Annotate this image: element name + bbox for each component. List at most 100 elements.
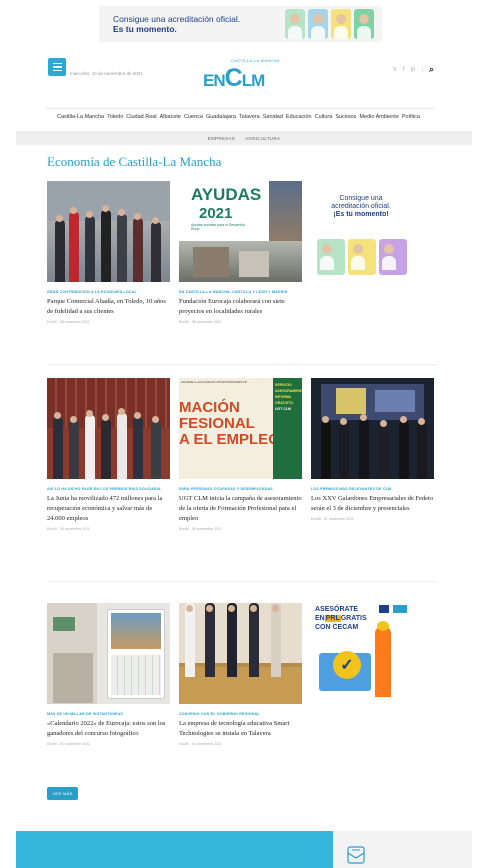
nav-item-sucesos[interactable]: Sucesos	[335, 114, 356, 120]
nav-item-guadalajara[interactable]: Guadalajara	[206, 114, 236, 120]
main-nav: Castilla-La Mancha Toledo Ciudad Real Al…	[57, 114, 429, 120]
worker-illustration	[375, 627, 391, 697]
article-title[interactable]: Fundación Eurocaja colaborará con siete …	[179, 297, 302, 317]
nav-item-albacete[interactable]: Albacete	[160, 114, 181, 120]
article-card[interactable]: Los premios más relevantes de CLM Los XX…	[311, 378, 434, 521]
linkedin-icon[interactable]: in	[411, 67, 416, 73]
row-divider	[47, 364, 437, 365]
footer-banner	[16, 831, 333, 868]
article-image[interactable]	[47, 378, 170, 479]
image-caption: 2021	[199, 205, 233, 222]
side-ad-faces	[317, 239, 407, 275]
article-meta: EnclM - 08 noviembre 2021	[47, 320, 90, 324]
article-title[interactable]: «Calendario 2022» de Eurocaja: estos son…	[47, 719, 170, 739]
top-ad-faces	[285, 9, 374, 39]
facebook-icon[interactable]: f	[403, 67, 405, 73]
article-kicker[interactable]: Así lo ha dicho Page en los premios Rais…	[47, 487, 170, 491]
article-kicker[interactable]: Más de un millar de instantáneas	[47, 712, 170, 716]
more-button[interactable]: VER MÁS	[47, 787, 78, 800]
image-caption: AYUDAS	[191, 185, 262, 204]
nav-item-cuenca[interactable]: Cuenca	[184, 114, 203, 120]
article-card[interactable]: Así lo ha dicho Page en los premios Rais…	[47, 378, 170, 531]
section-title: Economía de Castilla-La Mancha	[47, 154, 222, 169]
nav-item-politica[interactable]: Política	[402, 114, 420, 120]
hamburger-menu-button[interactable]	[48, 58, 66, 76]
image-caption: A EL EMPLEO	[179, 431, 280, 448]
nav-item-castilla-la-mancha[interactable]: Castilla-La Mancha	[57, 114, 104, 120]
article-kicker[interactable]: Para personas ocupadas y desempleadas	[179, 487, 302, 491]
side-ad[interactable]: Consigue una acreditación oficial. ¡Es t…	[311, 181, 411, 282]
cecam-ad-line3: CON CECAM	[315, 624, 359, 631]
nav-item-toledo[interactable]: Toledo	[107, 114, 123, 120]
twitter-icon[interactable]: 𝕏	[392, 66, 397, 73]
image-caption: UGT CLM	[275, 407, 291, 411]
side-ad-line1: Consigue una	[339, 195, 383, 202]
article-kicker[interactable]: Gran contribución a la economía local	[47, 290, 170, 294]
logo-region: CASTILLA-LA MANCHA	[231, 58, 280, 63]
face-photo	[317, 239, 345, 275]
article-title[interactable]: La empresa de tecnología educativa Smart…	[179, 719, 302, 739]
helmet-icon	[377, 621, 389, 631]
search-icon[interactable]: ⌕	[429, 64, 434, 75]
article-card[interactable]: Convenio con el Gobierno regional La emp…	[179, 603, 302, 746]
site-header: miércoles, 10 de noviembre de 2021 CASTI…	[46, 54, 436, 104]
divider: |	[421, 66, 423, 73]
article-meta: EnclM - 04 noviembre 2021	[179, 742, 222, 746]
newsletter-icon[interactable]	[346, 846, 366, 864]
article-title[interactable]: Parque Comercial Abadía, en Toledo, 10 a…	[47, 297, 170, 317]
menu-icon	[52, 62, 62, 65]
article-kicker[interactable]: Convenio con el Gobierno regional	[179, 712, 302, 716]
subnav-item-agricultura[interactable]: AGRICULTURA	[245, 136, 280, 141]
social-links: 𝕏 f in | ⌕	[392, 64, 434, 75]
article-kicker[interactable]: Los premios más relevantes de CLM	[311, 487, 434, 491]
cecam-logo	[379, 605, 389, 613]
nav-item-talavera[interactable]: Talavera	[239, 114, 260, 120]
article-title[interactable]: UGT CLM inicia la campaña de asesoramien…	[179, 494, 302, 524]
nav-item-educacion[interactable]: Educación	[286, 114, 312, 120]
face-photo	[348, 239, 376, 275]
side-ad-line3: ¡Es tu momento!	[333, 211, 389, 218]
nav-item-medio-ambiente[interactable]: Medio Ambiente	[359, 114, 398, 120]
menu-icon-bar	[52, 69, 62, 72]
face-photo	[331, 9, 351, 39]
logo-wordmark: ENCLM	[203, 64, 266, 93]
article-kicker[interactable]: En Castilla-La Mancha, Castilla y León y…	[179, 290, 302, 294]
image-caption: FESIONAL	[179, 415, 255, 432]
article-meta: EnclM - 08 noviembre 2021	[179, 527, 222, 531]
article-image[interactable]: ACCEDE A LAS NUEVAS OPORTUNIDADES FP MAC…	[179, 378, 302, 479]
article-image[interactable]	[179, 603, 302, 704]
menu-icon-bar	[52, 66, 62, 68]
cecam-ad-gratis: GRATIS	[340, 615, 367, 622]
cecam-ad-line1: ASESÓRATE	[315, 606, 359, 613]
nav-item-sanidad[interactable]: Sanidad	[263, 114, 283, 120]
subnav-item-empresas[interactable]: EMPRESAS	[208, 136, 235, 141]
article-image[interactable]: AYUDAS 2021 Ayudas sociales para el Desa…	[179, 181, 302, 282]
cecam-ad[interactable]: ASESÓRATE ENPRLGRATIS CON CECAM ✓	[311, 603, 411, 703]
nav-item-cultura[interactable]: Cultura	[315, 114, 333, 120]
top-ad-banner[interactable]: Consigue una acreditación oficial. Es tu…	[99, 6, 382, 42]
article-card[interactable]: AYUDAS 2021 Ayudas sociales para el Desa…	[179, 181, 302, 324]
image-caption: ACCEDE A LAS NUEVAS OPORTUNIDADES FP	[181, 380, 248, 384]
article-card[interactable]: ACCEDE A LAS NUEVAS OPORTUNIDADES FP MAC…	[179, 378, 302, 531]
sub-nav: EMPRESAS AGRICULTURA	[16, 131, 472, 145]
article-card[interactable]: Gran contribución a la economía local Pa…	[47, 181, 170, 324]
nav-item-ciudad-real[interactable]: Ciudad Real	[126, 114, 156, 120]
cecam-logo	[393, 605, 407, 613]
face-photo	[285, 9, 305, 39]
article-title[interactable]: La Junta ha movilizado 472 millones para…	[47, 494, 170, 524]
cecam-ad-prl: PRL	[324, 615, 341, 622]
article-meta: EnclM - 08 noviembre 2021	[47, 527, 90, 531]
article-title[interactable]: Los XXV Galardones Empresariales de Fede…	[311, 494, 434, 514]
image-caption: MACIÓN	[179, 399, 240, 416]
article-image[interactable]	[47, 181, 170, 282]
article-meta: EnclM - 07 noviembre 2021	[311, 517, 354, 521]
article-image[interactable]	[47, 603, 170, 704]
site-logo[interactable]: CASTILLA-LA MANCHA ENCLM	[203, 58, 281, 94]
face-photo	[354, 9, 374, 39]
logo-en: EN	[203, 71, 226, 90]
logo-c: C	[224, 64, 243, 92]
article-card[interactable]: Más de un millar de instantáneas «Calend…	[47, 603, 170, 746]
article-image[interactable]	[311, 378, 434, 479]
image-caption: Ayudas sociales para el Desarrollo Rural	[191, 223, 245, 231]
logo-lm: LM	[241, 71, 266, 90]
